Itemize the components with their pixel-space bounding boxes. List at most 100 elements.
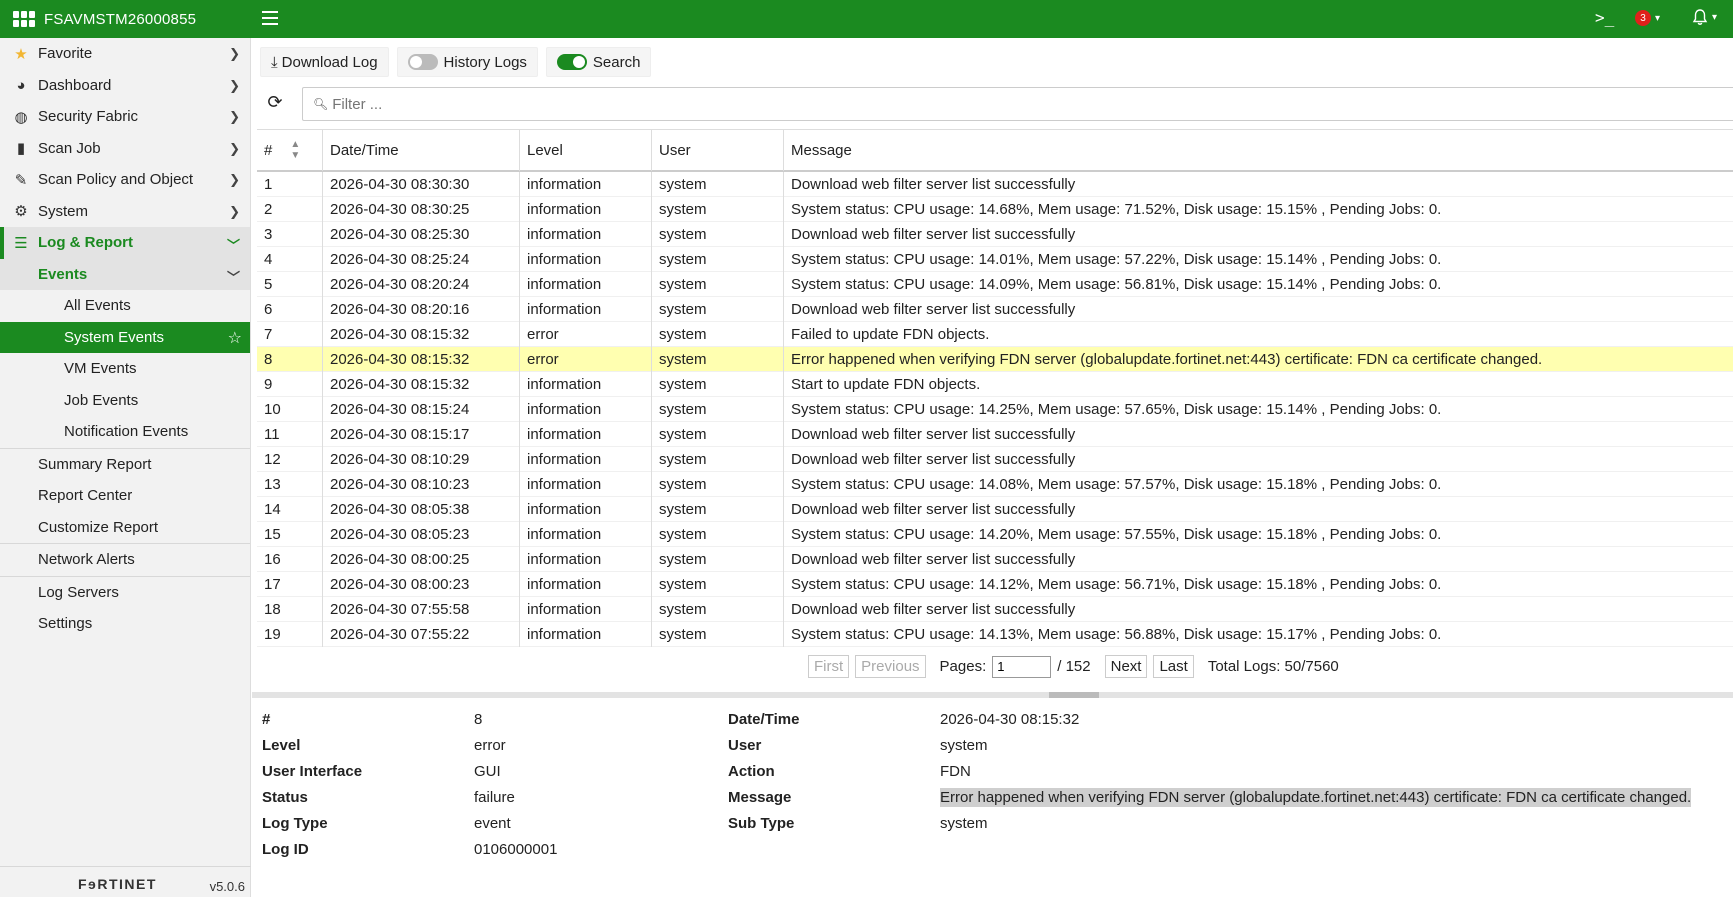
sidebar-item-favorite[interactable]: ★ Favorite ❯ — [0, 38, 250, 70]
refresh-icon[interactable]: ⟳ — [262, 89, 288, 115]
chevron-right-icon: ❯ — [229, 140, 240, 156]
table-row[interactable]: 11 2026-04-30 08:15:17 information system Do… — [257, 421, 1733, 447]
table-row[interactable]: 2 2026-04-30 08:30:25 information system Sys… — [257, 196, 1733, 222]
cell-level: error — [520, 346, 652, 372]
table-row[interactable]: 19 2026-04-30 07:55:22 information system Sy… — [257, 621, 1733, 647]
sidebar-item-scan-policy[interactable]: ✎ Scan Policy and Object ❯ — [0, 164, 250, 196]
previous-page-button[interactable]: Previous — [855, 655, 926, 678]
sidebar-item-security-fabric[interactable]: ◍ Security Fabric ❯ — [0, 101, 250, 133]
total-logs: Total Logs: 50/7560 — [1207, 658, 1339, 675]
table-row[interactable]: 3 2026-04-30 08:25:30 information system Dow… — [257, 221, 1733, 247]
table-row[interactable]: 14 2026-04-30 08:05:38 information system Do… — [257, 496, 1733, 522]
cell-message: System status: CPU usage: 14.08%, Mem us… — [791, 475, 1442, 493]
detail-value: FDN — [940, 762, 971, 780]
cell-number: 2 — [257, 196, 323, 222]
sidebar-item-system-events[interactable]: System Events ☆ — [0, 321, 250, 353]
column-header-level[interactable]: Level — [520, 130, 652, 171]
search-toggle[interactable]: Search — [545, 47, 652, 77]
cell-level: information — [520, 271, 652, 297]
panel-divider[interactable] — [252, 692, 1733, 698]
sidebar-item-customize-report[interactable]: Customize Report — [0, 512, 250, 544]
column-header-number[interactable]: # ▲ ▼ — [257, 130, 323, 171]
sidebar-item-all-events[interactable]: All Events — [0, 290, 250, 322]
toggle-switch-off[interactable] — [407, 54, 438, 70]
table-row[interactable]: 10 2026-04-30 08:15:24 information system Sy… — [257, 396, 1733, 422]
cell-datetime: 2026-04-30 08:15:24 — [323, 396, 520, 422]
cell-datetime: 2026-04-30 08:10:23 — [323, 471, 520, 497]
sidebar-item-log-servers[interactable]: Log Servers — [0, 577, 250, 609]
cell-number: 16 — [257, 546, 323, 572]
sidebar-item-scan-job[interactable]: ▮ Scan Job ❯ — [0, 133, 250, 165]
sidebar-item-label: Scan Job — [38, 139, 101, 157]
table-row[interactable]: 9 2026-04-30 08:15:32 information system Sta… — [257, 371, 1733, 397]
column-header-datetime[interactable]: Date/Time — [323, 130, 520, 171]
cell-number: 15 — [257, 521, 323, 547]
sidebar-item-vm-events[interactable]: VM Events — [0, 353, 250, 385]
resize-handle[interactable] — [1049, 692, 1099, 698]
download-log-button[interactable]: ⤓ Download Log — [260, 47, 389, 77]
first-page-button[interactable]: First — [808, 655, 850, 678]
detail-row: Level error User system — [262, 732, 1732, 758]
alerts-menu[interactable]: 3 ▾ — [1635, 10, 1660, 26]
sidebar-item-notification-events[interactable]: Notification Events — [0, 416, 250, 448]
last-page-button[interactable]: Last — [1153, 655, 1194, 678]
detail-value: 0106000001 — [474, 840, 558, 858]
next-page-button[interactable]: Next — [1104, 655, 1148, 678]
filter-input[interactable] — [332, 95, 1633, 113]
cell-datetime: 2026-04-30 08:15:32 — [323, 371, 520, 397]
detail-key: Log Type — [262, 814, 328, 832]
table-row[interactable]: 1 2026-04-30 08:30:30 information system Dow… — [257, 171, 1733, 197]
table-row[interactable]: 4 2026-04-30 08:25:24 information system Sys… — [257, 246, 1733, 272]
detail-key: Message — [728, 788, 792, 806]
filter-box[interactable]: 🔍︎ — [302, 87, 1733, 121]
detail-key: Sub Type — [728, 814, 795, 832]
sidebar-item-dashboard[interactable]: ◕ Dashboard ❯ — [0, 70, 250, 102]
cell-message: Download web filter server list successf… — [791, 600, 1076, 618]
cell-message: Start to update FDN objects. — [791, 375, 981, 393]
table-row[interactable]: 6 2026-04-30 08:20:16 information system Dow… — [257, 296, 1733, 322]
log-table: # ▲ ▼ Date/Time Level User Message 1 2026-0… — [257, 129, 1733, 677]
column-header-user[interactable]: User — [652, 130, 784, 171]
detail-value: error — [474, 736, 506, 754]
cell-number: 14 — [257, 496, 323, 522]
table-row[interactable]: 16 2026-04-30 08:00:25 information system Do… — [257, 546, 1733, 572]
sidebar-item-job-events[interactable]: Job Events — [0, 385, 250, 417]
sidebar-item-summary-report[interactable]: Summary Report — [0, 449, 250, 481]
sidebar-item-label: Notification Events — [64, 423, 189, 441]
chart-icon: ☰ — [14, 234, 28, 252]
cell-number: 6 — [257, 296, 323, 322]
cell-user: system — [652, 621, 784, 647]
sort-icon[interactable]: ▲ ▼ — [290, 139, 300, 161]
table-row[interactable]: 15 2026-04-30 08:05:23 information system Sy… — [257, 521, 1733, 547]
pagination: First Previous Pages: / 152 Next Last To… — [808, 655, 1339, 678]
page-number-input[interactable] — [992, 655, 1052, 678]
sidebar-item-network-alerts[interactable]: Network Alerts — [0, 544, 250, 576]
sidebar-item-log-report[interactable]: ☰ Log & Report ﹀ — [0, 227, 250, 290]
sidebar-item-settings[interactable]: Settings — [0, 608, 250, 640]
sidebar-item-events[interactable]: Events ﹀ — [0, 258, 250, 290]
table-row[interactable]: 5 2026-04-30 08:20:24 information system Sys… — [257, 271, 1733, 297]
table-row[interactable]: 18 2026-04-30 07:55:58 information system Do… — [257, 596, 1733, 622]
cell-message: Download web filter server list successf… — [791, 225, 1076, 243]
fortinet-logo: FɘRTINET — [78, 876, 157, 892]
chevron-down-icon: ▾ — [1655, 12, 1661, 24]
favorite-star-icon[interactable]: ☆ — [228, 328, 242, 348]
table-row[interactable]: 7 2026-04-30 08:15:32 error system Failed to… — [257, 321, 1733, 347]
sidebar-item-report-center[interactable]: Report Center — [0, 480, 250, 512]
toggle-switch-on[interactable] — [556, 54, 587, 70]
table-row[interactable]: 13 2026-04-30 08:10:23 information system Sy… — [257, 471, 1733, 497]
menu-toggle-icon[interactable] — [262, 11, 278, 25]
cell-message: System status: CPU usage: 14.25%, Mem us… — [791, 400, 1442, 418]
history-logs-toggle[interactable]: History Logs — [396, 47, 538, 77]
cli-console-icon[interactable]: >_ — [1595, 8, 1614, 27]
cell-number: 13 — [257, 471, 323, 497]
table-row[interactable]: 17 2026-04-30 08:00:23 information system Sy… — [257, 571, 1733, 597]
column-header-message[interactable]: Message — [784, 130, 1733, 171]
table-row[interactable]: 8 2026-04-30 08:15:32 error system Error hap… — [257, 346, 1733, 372]
table-header: # ▲ ▼ Date/Time Level User Message — [257, 130, 1733, 172]
cell-number: 7 — [257, 321, 323, 347]
cell-number: 8 — [257, 346, 323, 372]
notifications-menu[interactable]: ▾ — [1692, 9, 1717, 26]
sidebar-item-system[interactable]: ⚙ System ❯ — [0, 196, 250, 228]
table-row[interactable]: 12 2026-04-30 08:10:29 information system Do… — [257, 446, 1733, 472]
